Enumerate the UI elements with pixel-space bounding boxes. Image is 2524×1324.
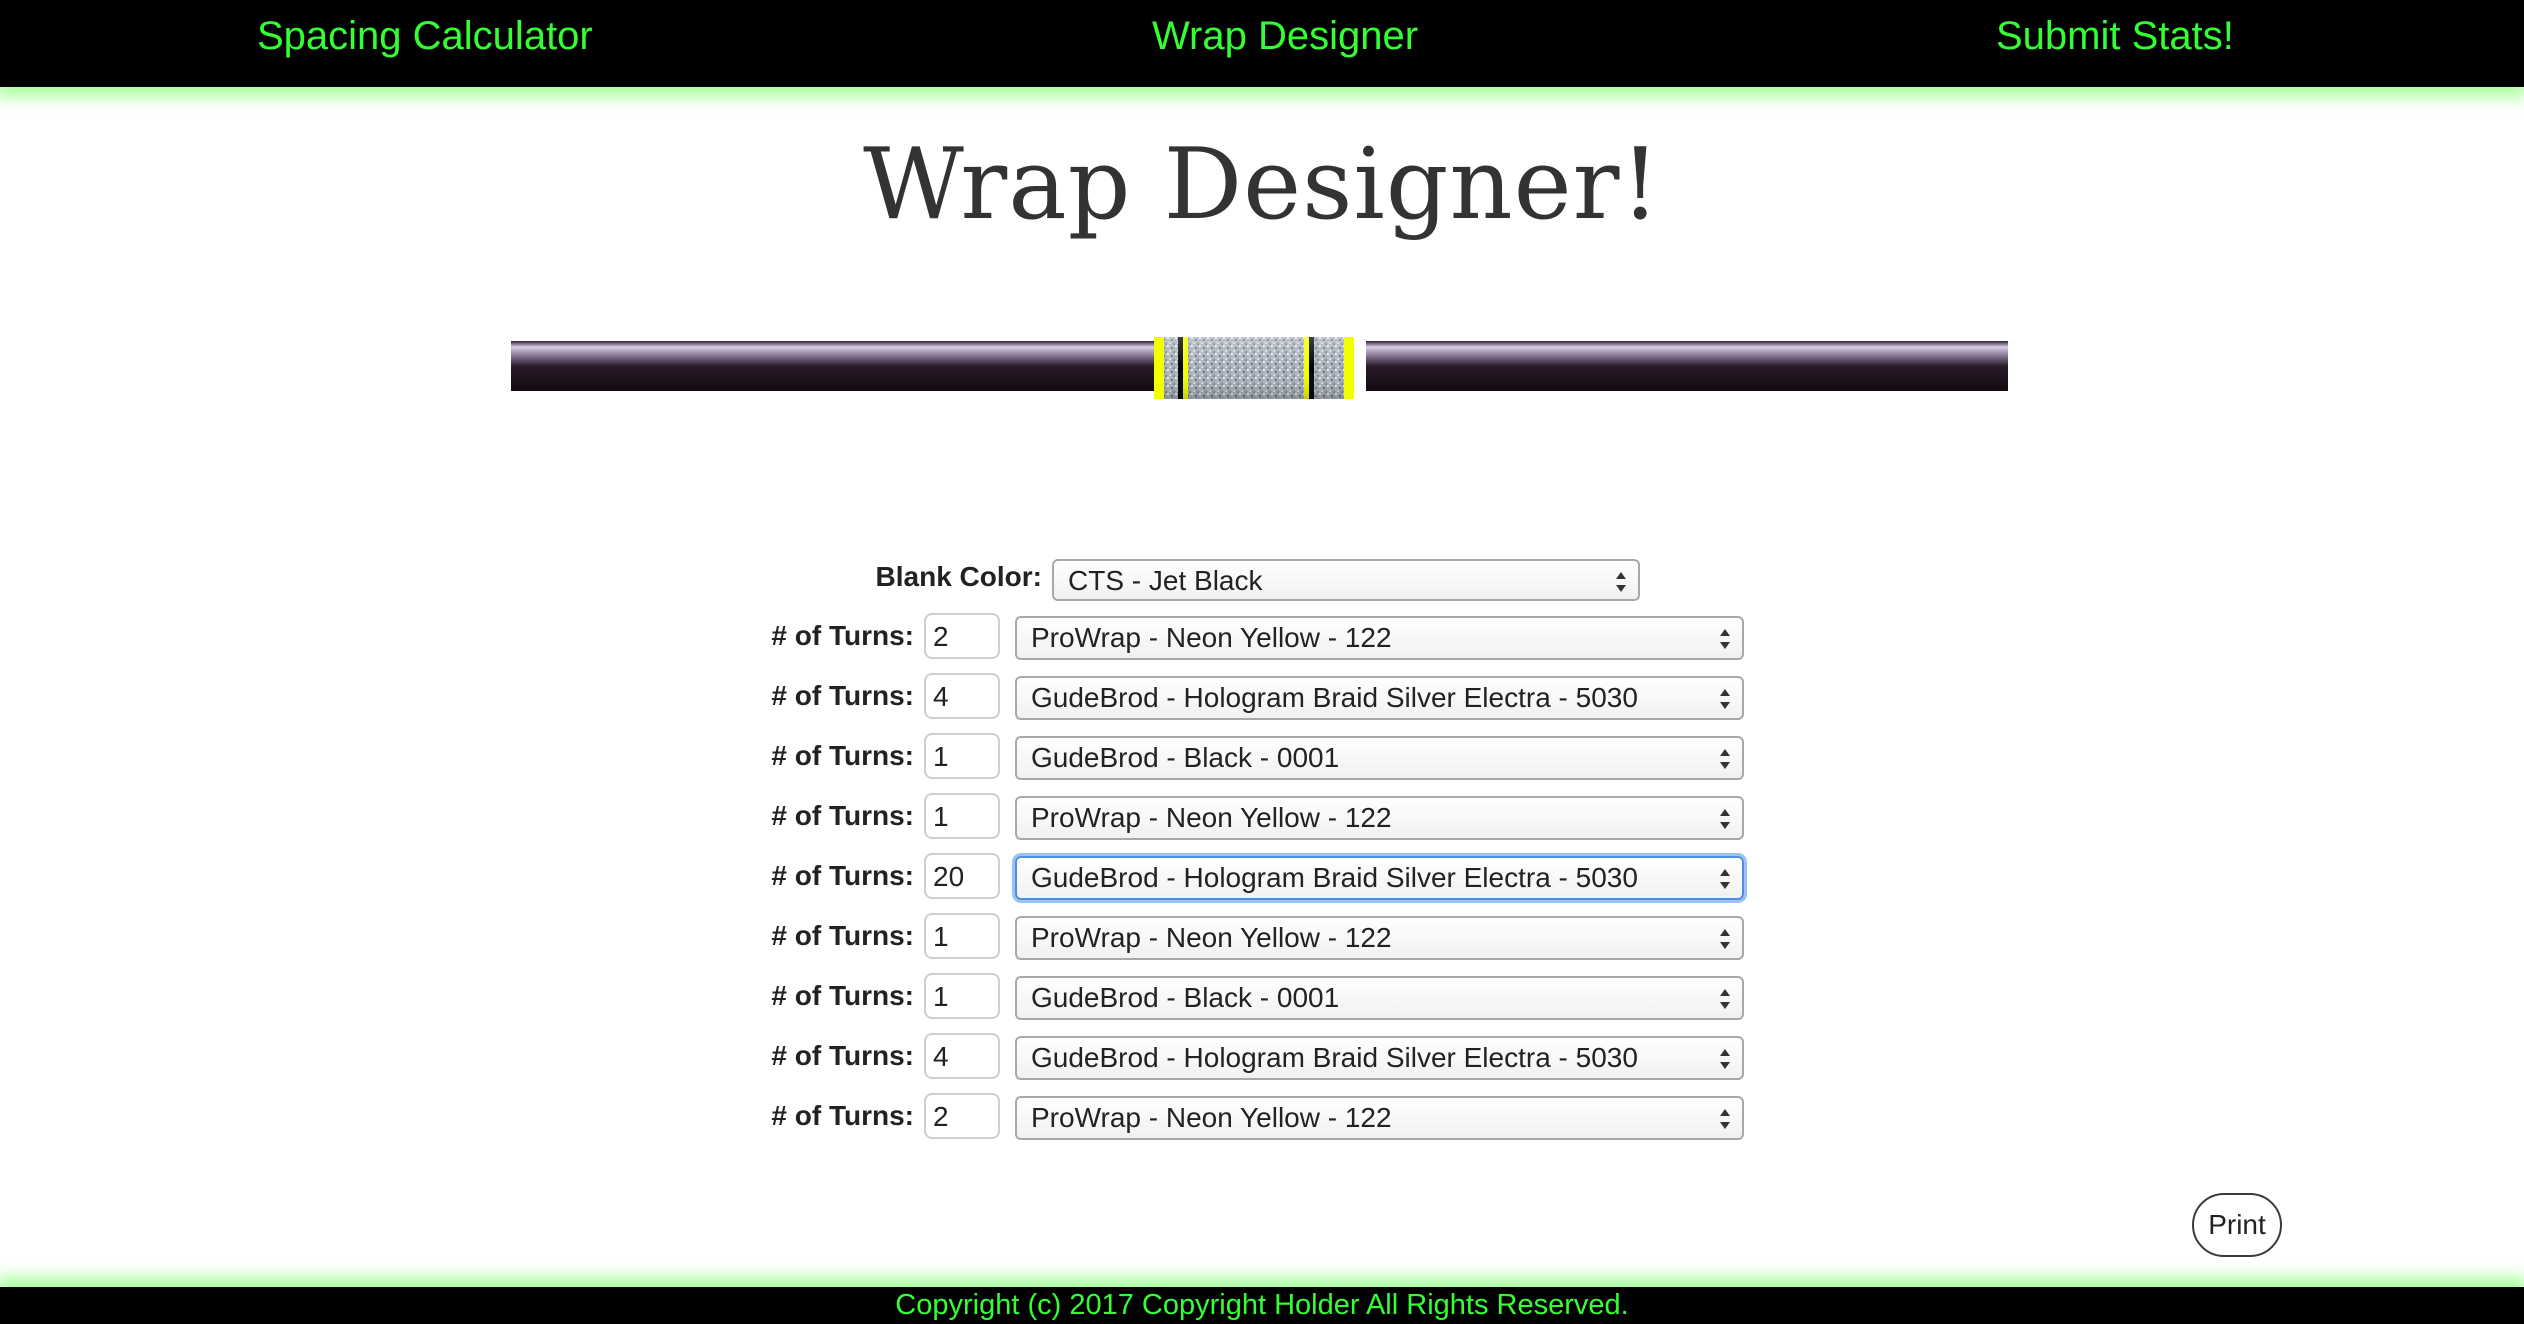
wrap-band-neon-yellow — [1344, 337, 1354, 399]
thread-select[interactable]: ProWrap - Neon Yellow - 122 — [1015, 796, 1744, 840]
turns-input[interactable]: 20 — [924, 853, 1000, 899]
blank-color-value: CTS - Jet Black — [1068, 565, 1263, 596]
select-arrows-icon — [1720, 689, 1730, 709]
top-navigation: Spacing Calculator Wrap Designer Submit … — [0, 0, 2524, 87]
thread-select[interactable]: ProWrap - Neon Yellow - 122 — [1015, 916, 1744, 960]
select-arrows-icon — [1720, 929, 1730, 949]
turns-label: # of Turns: — [771, 1100, 914, 1131]
thread-select-value: GudeBrod - Black - 0001 — [1031, 742, 1340, 773]
turns-label: # of Turns: — [771, 980, 914, 1011]
nav-link-wrap-designer[interactable]: Wrap Designer — [1152, 14, 1418, 59]
select-arrows-icon — [1720, 1109, 1730, 1129]
rod-blank-right — [1366, 341, 2008, 391]
select-arrows-icon — [1720, 989, 1730, 1009]
blank-color-label: Blank Color: — [875, 561, 1042, 592]
thread-select-value: GudeBrod - Hologram Braid Silver Electra… — [1031, 862, 1638, 893]
blank-color-select[interactable]: CTS - Jet Black — [1052, 559, 1640, 601]
thread-select[interactable]: GudeBrod - Black - 0001 — [1015, 736, 1744, 780]
footer: Copyright (c) 2017 Copyright Holder All … — [0, 1287, 2524, 1324]
thread-select-value: ProWrap - Neon Yellow - 122 — [1031, 622, 1392, 653]
turns-label: # of Turns: — [771, 740, 914, 771]
turns-label: # of Turns: — [771, 920, 914, 951]
print-button[interactable]: Print — [2192, 1193, 2282, 1257]
thread-select-value: ProWrap - Neon Yellow - 122 — [1031, 922, 1392, 953]
thread-select-value: ProWrap - Neon Yellow - 122 — [1031, 1102, 1392, 1133]
turns-input[interactable]: 1 — [924, 973, 1000, 1019]
turns-label: # of Turns: — [771, 680, 914, 711]
select-arrows-icon — [1720, 629, 1730, 649]
thread-select[interactable]: ProWrap - Neon Yellow - 122 — [1015, 616, 1744, 660]
wrap-band-neon-yellow — [1154, 337, 1164, 399]
turns-label: # of Turns: — [771, 800, 914, 831]
rod-wrap-preview — [511, 337, 2008, 399]
rod-blank-left — [511, 341, 1154, 391]
turns-input[interactable]: 1 — [924, 793, 1000, 839]
select-arrows-icon — [1720, 1049, 1730, 1069]
turns-input[interactable]: 2 — [924, 1093, 1000, 1139]
nav-link-spacing-calculator[interactable]: Spacing Calculator — [257, 14, 593, 59]
copyright-text: Copyright (c) 2017 Copyright Holder All … — [895, 1289, 1629, 1321]
turns-label: # of Turns: — [771, 620, 914, 651]
select-arrows-icon — [1616, 572, 1626, 592]
turns-input[interactable]: 4 — [924, 673, 1000, 719]
turns-label: # of Turns: — [771, 1040, 914, 1071]
select-arrows-icon — [1720, 869, 1730, 889]
thread-select[interactable]: GudeBrod - Black - 0001 — [1015, 976, 1744, 1020]
thread-select-value: GudeBrod - Hologram Braid Silver Electra… — [1031, 1042, 1638, 1073]
thread-select-value: GudeBrod - Hologram Braid Silver Electra… — [1031, 682, 1638, 713]
turns-input[interactable]: 1 — [924, 913, 1000, 959]
page-title: Wrap Designer! — [863, 128, 1661, 242]
thread-select-value: ProWrap - Neon Yellow - 122 — [1031, 802, 1392, 833]
turns-label: # of Turns: — [771, 860, 914, 891]
thread-select-focused[interactable]: GudeBrod - Hologram Braid Silver Electra… — [1015, 856, 1744, 900]
select-arrows-icon — [1720, 749, 1730, 769]
thread-select[interactable]: ProWrap - Neon Yellow - 122 — [1015, 1096, 1744, 1140]
thread-select-value: GudeBrod - Black - 0001 — [1031, 982, 1340, 1013]
thread-select[interactable]: GudeBrod - Hologram Braid Silver Electra… — [1015, 1036, 1744, 1080]
select-arrows-icon — [1720, 809, 1730, 829]
turns-input[interactable]: 4 — [924, 1033, 1000, 1079]
turns-input[interactable]: 1 — [924, 733, 1000, 779]
nav-link-submit-stats[interactable]: Submit Stats! — [1996, 14, 2234, 59]
turns-input[interactable]: 2 — [924, 613, 1000, 659]
thread-select[interactable]: GudeBrod - Hologram Braid Silver Electra… — [1015, 676, 1744, 720]
